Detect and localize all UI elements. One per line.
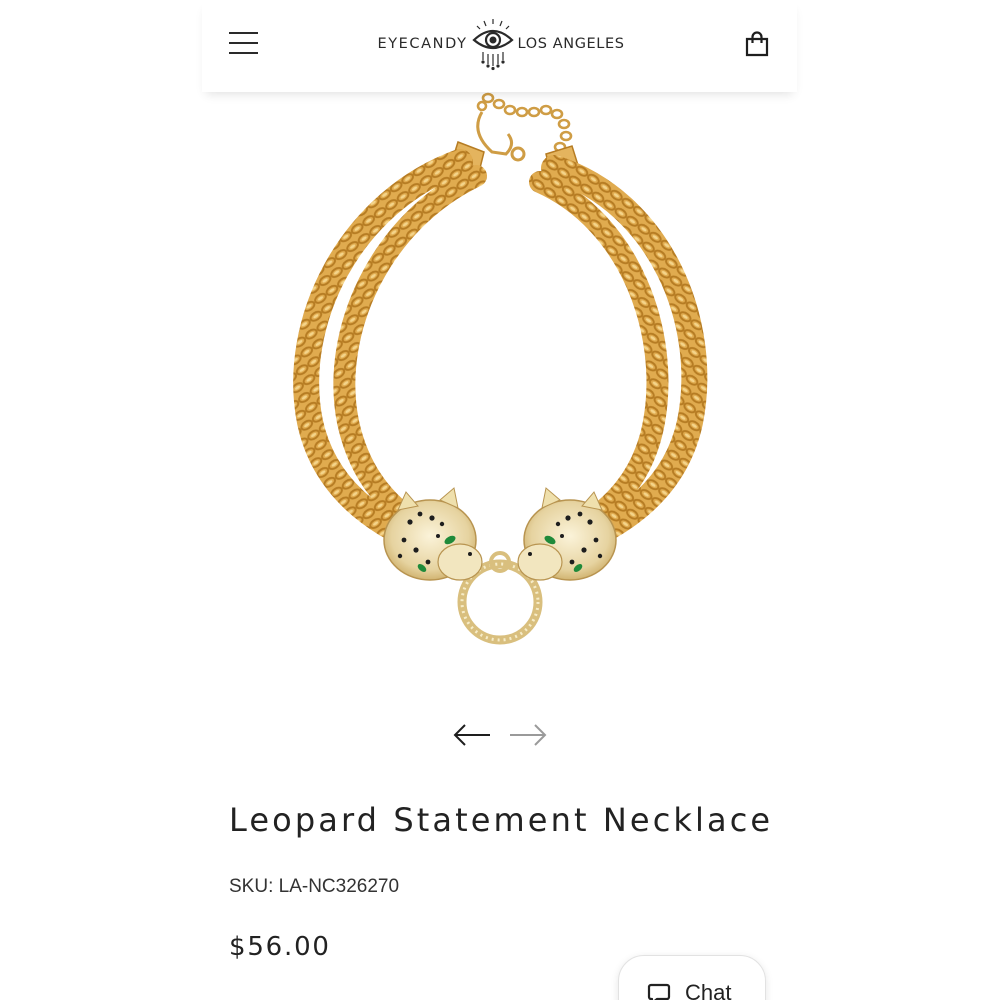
hamburger-line (229, 52, 258, 54)
next-image-button[interactable] (508, 722, 548, 748)
product-image[interactable] (270, 92, 730, 662)
brand-logo[interactable]: EYECANDY LOS ANGELES (370, 16, 632, 72)
menu-button[interactable] (229, 30, 259, 56)
chat-bubble-icon (647, 983, 671, 1000)
product-sku: SKU: LA-NC326270 (229, 876, 400, 897)
brand-name-left: EYECANDY (377, 36, 468, 52)
chat-button[interactable]: Chat (618, 955, 766, 1000)
product-page: EYECANDY LOS ANGELES Leopard Statement N… (0, 0, 1000, 1000)
shopping-bag-icon (745, 31, 769, 57)
cart-button[interactable] (743, 30, 771, 58)
hamburger-line (229, 42, 258, 44)
arrow-right-icon (510, 724, 547, 746)
arrow-left-icon (453, 724, 490, 746)
hamburger-menu-icon (229, 32, 258, 34)
leopard-necklace-photo (293, 92, 708, 645)
brand-name-right: LOS ANGELES (517, 36, 625, 52)
product-price: $56.00 (229, 932, 331, 962)
product-title: Leopard Statement Necklace (229, 801, 774, 839)
chat-label: Chat (685, 980, 732, 1000)
previous-image-button[interactable] (452, 722, 492, 748)
eye-logo-icon (471, 19, 514, 71)
site-header: EYECANDY LOS ANGELES (202, 0, 797, 92)
